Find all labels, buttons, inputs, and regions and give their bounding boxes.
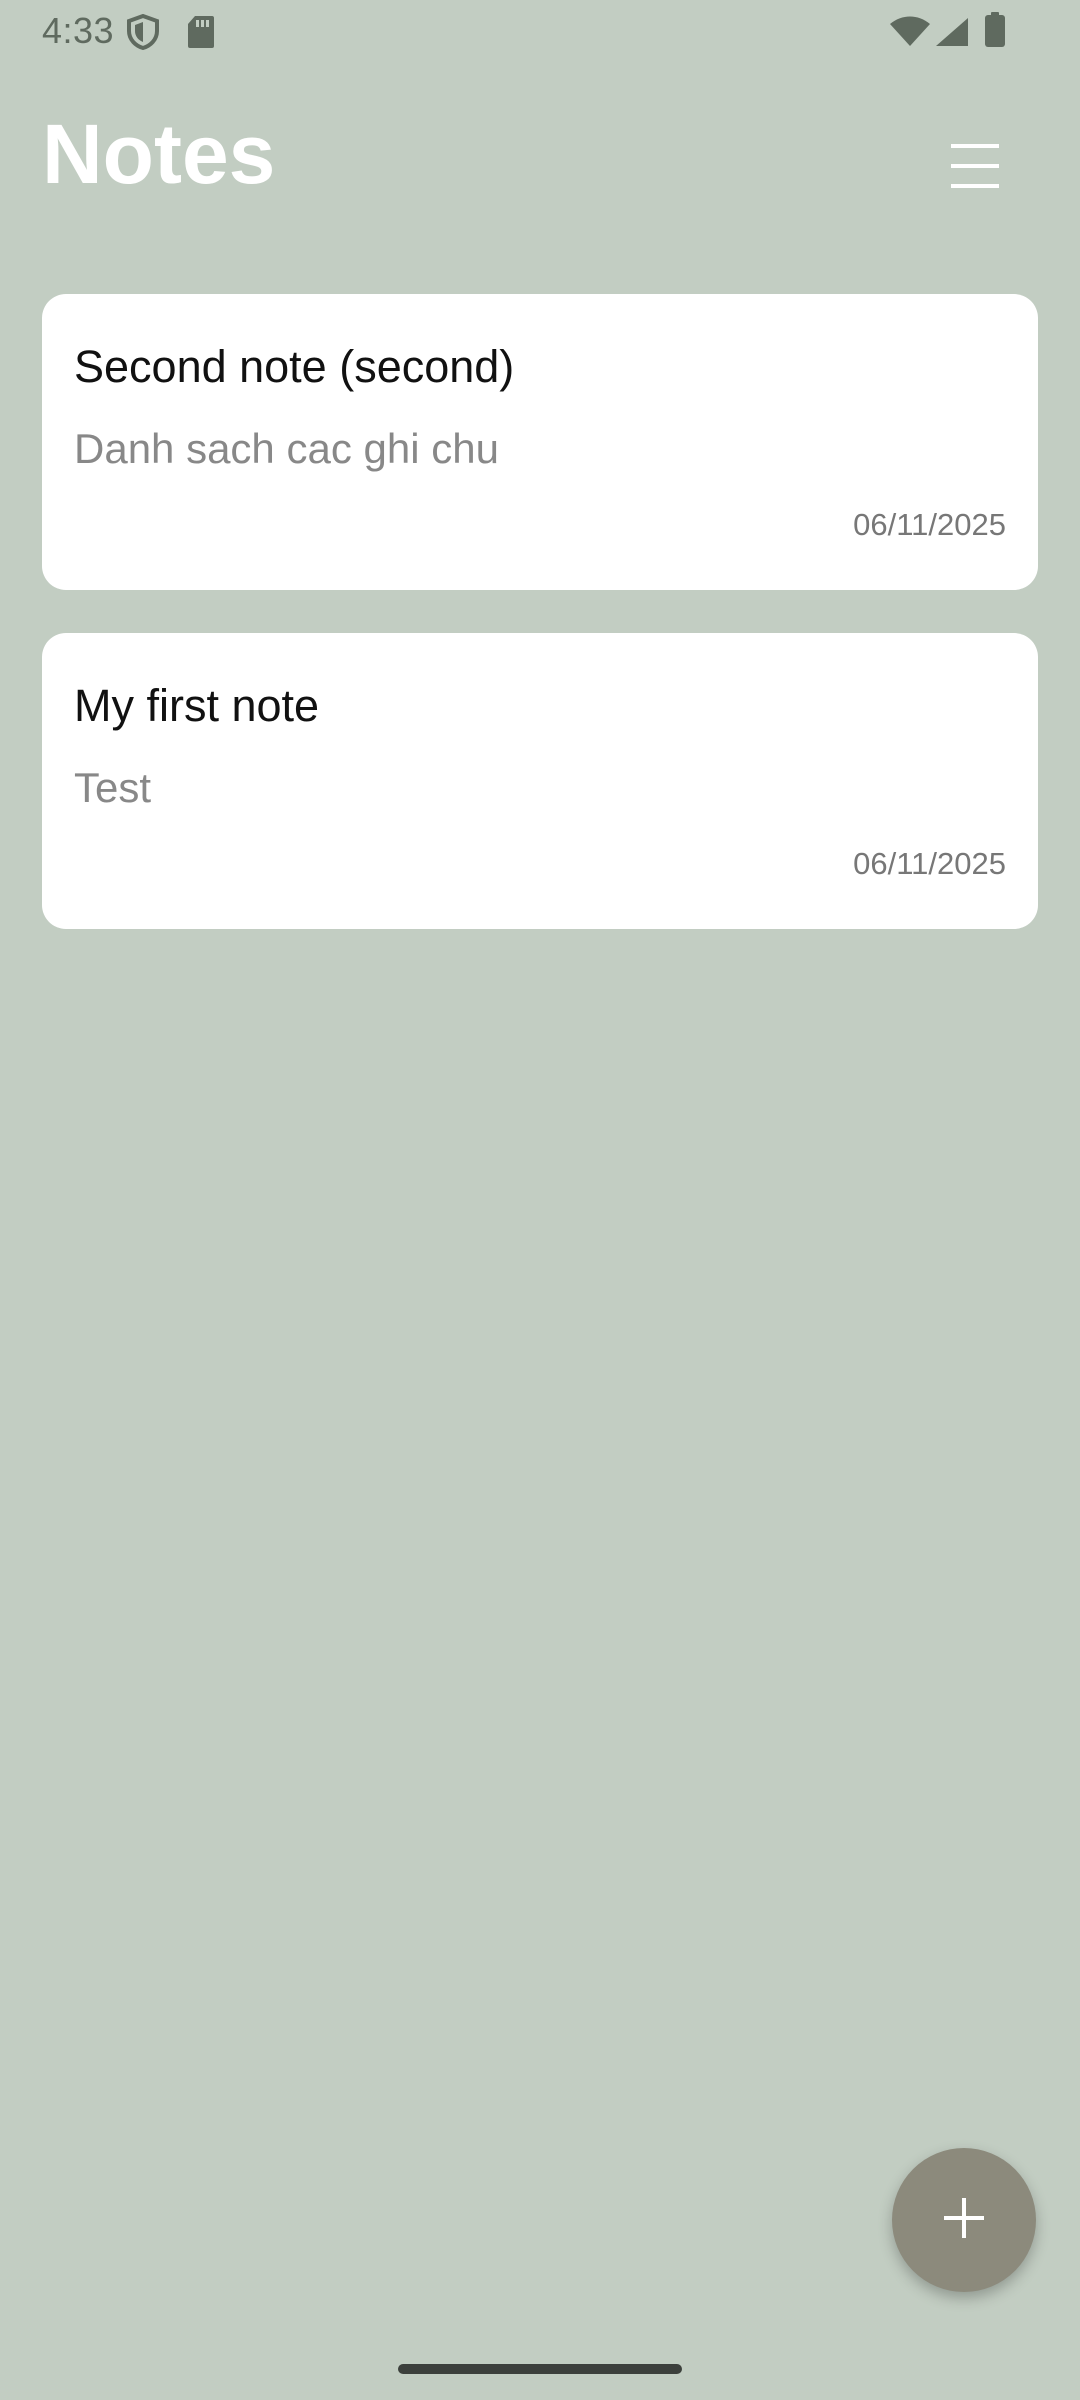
note-title: My first note bbox=[74, 680, 320, 731]
page-title: Notes bbox=[42, 107, 276, 201]
note-date: 06/11/2025 bbox=[853, 846, 1006, 881]
note-card[interactable]: My first note Test 06/11/2025 bbox=[42, 633, 1038, 929]
sdcard-icon bbox=[186, 14, 216, 55]
note-preview: Test bbox=[74, 764, 152, 811]
hamburger-menu-icon bbox=[949, 140, 1001, 197]
wifi-icon bbox=[890, 16, 930, 53]
note-list: Second note (second) Danh sach cac ghi c… bbox=[42, 294, 1038, 972]
note-preview: Danh sach cac ghi chu bbox=[74, 425, 499, 472]
plus-icon bbox=[942, 2196, 986, 2245]
note-title: Second note (second) bbox=[74, 341, 515, 392]
status-bar: 4:33 bbox=[0, 0, 1080, 64]
note-card[interactable]: Second note (second) Danh sach cac ghi c… bbox=[42, 294, 1038, 590]
menu-button[interactable] bbox=[940, 130, 1010, 206]
gesture-navigation-bar[interactable] bbox=[398, 2364, 682, 2374]
note-date: 06/11/2025 bbox=[853, 507, 1006, 542]
add-note-button[interactable] bbox=[892, 2148, 1036, 2292]
battery-icon bbox=[984, 12, 1006, 53]
signal-icon bbox=[934, 16, 970, 53]
shield-icon bbox=[126, 13, 160, 55]
status-time: 4:33 bbox=[42, 10, 115, 51]
